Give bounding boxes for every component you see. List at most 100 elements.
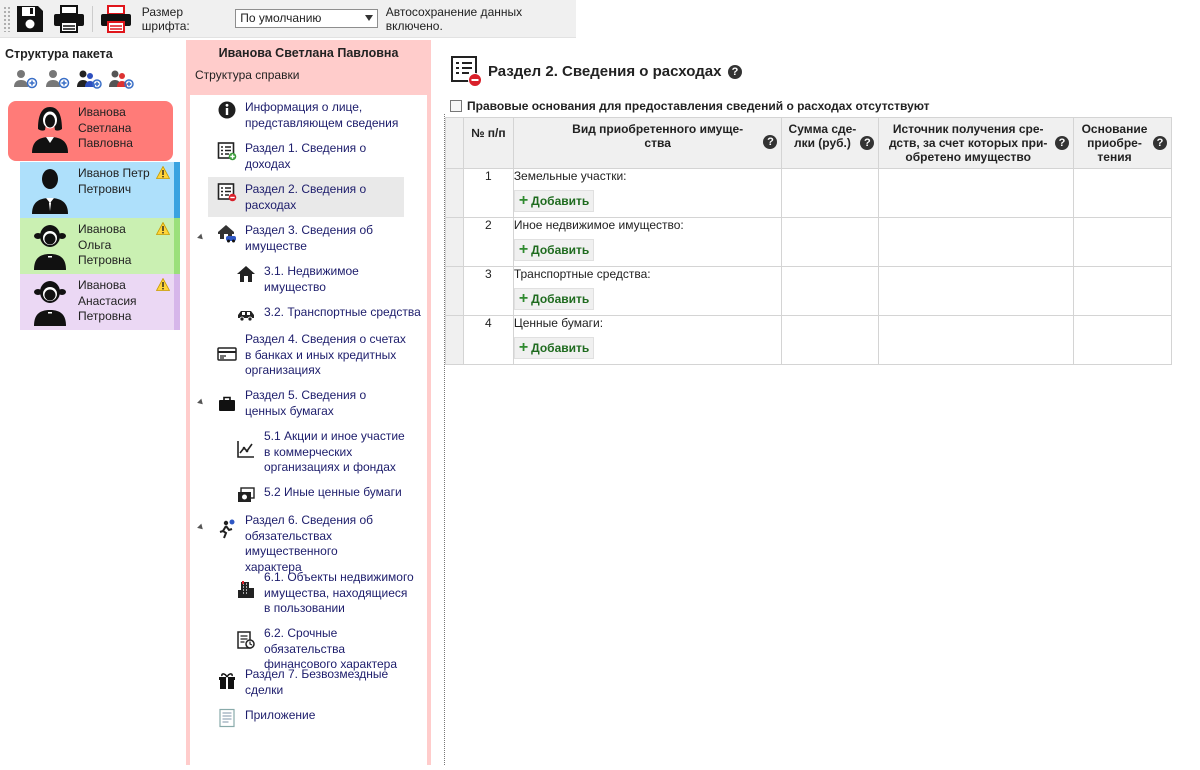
nav-item-section-1[interactable]: Раздел 1. Сведения о доходах xyxy=(217,141,407,172)
add-button[interactable]: + Добавить xyxy=(513,288,595,310)
source-cell[interactable] xyxy=(878,217,1074,267)
source-cell[interactable] xyxy=(878,168,1074,218)
obligations-icon xyxy=(219,519,235,539)
source-cell[interactable] xyxy=(878,315,1074,365)
nav-item-section-5[interactable]: Раздел 5. Сведения о ценных бумагах xyxy=(217,388,407,419)
nav-person-name: Иванова Светлана Павловна xyxy=(218,46,399,60)
printer-red-icon xyxy=(101,4,132,33)
expand-arrow-icon[interactable] xyxy=(197,233,205,242)
expand-arrow-icon[interactable] xyxy=(197,398,205,407)
bank-card-icon xyxy=(217,347,237,361)
nav-item-section-3[interactable]: Раздел 3. Сведения об имуществе xyxy=(217,223,407,254)
add-child-blue-icon[interactable] xyxy=(76,68,102,90)
girl-avatar-icon xyxy=(34,281,66,326)
basis-cell[interactable] xyxy=(1072,315,1173,365)
nav-item-label: 3.1. Недвижимое имущество xyxy=(264,264,359,294)
floppy-disk-icon xyxy=(17,5,44,32)
basis-cell[interactable] xyxy=(1072,217,1173,267)
nav-item-person-info[interactable]: Информация о лице, представляющем сведен… xyxy=(217,100,407,131)
nav-item-section-3-1[interactable]: 3.1. Недвижимое имущество xyxy=(236,264,411,295)
plus-icon: + xyxy=(518,241,529,258)
print-red-button[interactable] xyxy=(97,1,136,37)
add-person-icon[interactable] xyxy=(12,68,38,90)
nav-item-section-5-1[interactable]: 5.1 Акции и иное участие в коммерческих … xyxy=(236,429,416,476)
amount-cell[interactable] xyxy=(781,266,880,316)
add-child-red-icon[interactable] xyxy=(108,68,134,90)
chevron-down-icon xyxy=(364,15,373,21)
row-header[interactable] xyxy=(445,315,464,365)
basis-cell[interactable] xyxy=(1072,266,1173,316)
plus-icon: + xyxy=(518,339,529,356)
help-icon[interactable]: ? xyxy=(728,65,742,79)
nav-item-section-6-1[interactable]: 6.1. Объекты недвижимого имущества, нахо… xyxy=(236,570,421,617)
nav-item-label: Приложение xyxy=(245,708,316,722)
expense-form-icon xyxy=(451,56,482,87)
building-icon xyxy=(238,581,254,598)
property-type-cell[interactable]: Транспортные средства: + Добавить xyxy=(512,266,783,316)
briefcase-icon xyxy=(219,396,235,411)
property-type-cell[interactable]: Земельные участки: + Добавить xyxy=(512,168,783,218)
column-header-number: № п/п xyxy=(462,117,514,169)
nav-item-section-3-2[interactable]: 3.2. Транспортные средства xyxy=(236,305,421,325)
row-header[interactable] xyxy=(445,266,464,316)
nav-item-label: Раздел 5. Сведения о ценных бумагах xyxy=(245,388,367,418)
gift-icon xyxy=(219,673,235,689)
person-card[interactable]: Иванова Анастасия Петровна xyxy=(20,274,180,330)
warning-icon xyxy=(156,222,170,235)
nav-item-section-5-2[interactable]: 5.2 Иные ценные бумаги xyxy=(236,485,421,505)
row-header[interactable] xyxy=(445,217,464,267)
nav-item-section-2[interactable]: Раздел 2. Сведения о расходах xyxy=(208,177,404,217)
nav-item-section-6[interactable]: Раздел 6. Сведения об обязательствах иму… xyxy=(217,513,407,575)
print-button[interactable] xyxy=(49,1,88,37)
person-card[interactable]: Иванов Петр Петрович xyxy=(20,162,180,218)
add-button[interactable]: + Добавить xyxy=(513,239,595,261)
attachment-icon xyxy=(219,708,235,728)
column-header-basis: Основание приобре- тения ? xyxy=(1072,117,1173,169)
amount-cell[interactable] xyxy=(781,168,880,218)
expense-form-icon xyxy=(217,183,237,202)
person-name: Иванов Петр Петрович xyxy=(78,166,150,196)
amount-cell[interactable] xyxy=(781,217,880,267)
font-size-label: Размер шрифта: xyxy=(141,4,190,33)
row-number: 3 xyxy=(462,266,514,316)
save-button[interactable] xyxy=(11,1,50,37)
property-type-cell[interactable]: Иное недвижимое имущество: + Добавить xyxy=(512,217,783,267)
amount-cell[interactable] xyxy=(781,315,880,365)
nav-item-label: 6.2. Срочные обязательства финансового х… xyxy=(264,626,398,671)
person-card[interactable]: Иванова Ольга Петровна xyxy=(20,218,180,274)
person-color-stripe xyxy=(174,218,180,274)
income-form-icon xyxy=(217,142,237,161)
warning-icon xyxy=(156,278,170,291)
row-header[interactable] xyxy=(445,168,464,218)
column-header-source: Источник получения сре- дств, за счет ко… xyxy=(878,117,1074,169)
house-icon xyxy=(237,266,255,282)
expand-arrow-icon[interactable] xyxy=(197,523,205,532)
help-icon[interactable]: ? xyxy=(1054,136,1069,150)
help-icon[interactable]: ? xyxy=(1153,136,1167,150)
nav-item-section-7[interactable]: Раздел 7. Безвозмездные сделки xyxy=(217,667,407,698)
navigation-panel: Иванова Светлана Павловна Структура спра… xyxy=(186,40,431,770)
no-grounds-checkbox[interactable] xyxy=(450,100,462,112)
nav-item-attachment[interactable]: Приложение xyxy=(217,708,407,728)
nav-item-section-6-2[interactable]: 6.2. Срочные обязательства финансового х… xyxy=(236,626,421,673)
property-type-cell[interactable]: Ценные бумаги: + Добавить xyxy=(512,315,783,365)
toolbar-grip[interactable] xyxy=(3,5,11,32)
car-icon xyxy=(238,311,254,322)
nav-item-label: Раздел 3. Сведения об имуществе xyxy=(245,223,374,253)
nav-item-section-4[interactable]: Раздел 4. Сведения о счетах в банках и и… xyxy=(217,332,407,379)
row-number: 1 xyxy=(462,168,514,218)
toolbar: Размер шрифта: По умолчанию Автосохранен… xyxy=(0,0,576,38)
no-grounds-checkbox-row[interactable]: Правовые основания для предоставления св… xyxy=(450,99,930,113)
nav-item-label: Раздел 7. Безвозмездные сделки xyxy=(245,667,389,697)
source-cell[interactable] xyxy=(878,266,1074,316)
finance-doc-icon xyxy=(237,631,255,649)
nav-subtitle: Структура справки xyxy=(195,68,300,82)
add-button[interactable]: + Добавить xyxy=(513,190,595,212)
add-relative-icon[interactable] xyxy=(44,68,70,90)
no-grounds-label: Правовые основания для предоставления св… xyxy=(467,99,930,113)
add-button[interactable]: + Добавить xyxy=(513,337,595,359)
person-card[interactable]: Иванова Светлана Павловна xyxy=(8,101,173,161)
font-size-select[interactable]: По умолчанию xyxy=(235,9,378,28)
man-avatar-icon xyxy=(32,169,68,214)
basis-cell[interactable] xyxy=(1072,168,1173,218)
